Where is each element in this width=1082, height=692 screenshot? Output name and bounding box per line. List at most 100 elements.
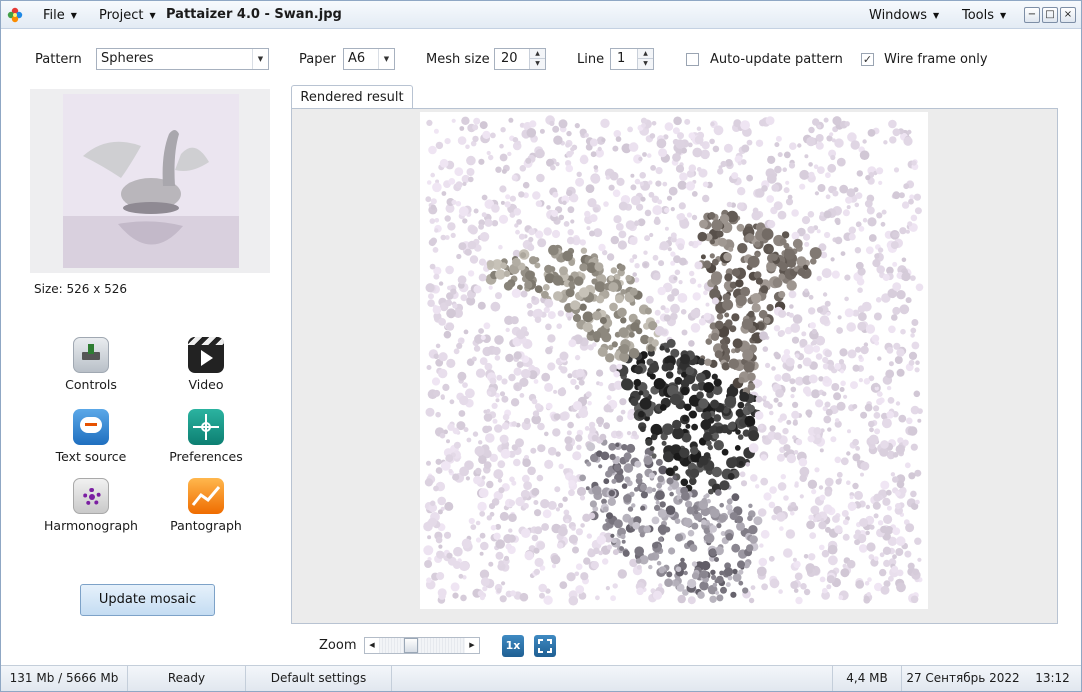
menu-project[interactable]: Project ▼	[99, 8, 156, 23]
mosaic-sphere	[594, 262, 604, 272]
mosaic-sphere	[760, 529, 770, 539]
mosaic-sphere	[438, 368, 448, 379]
mosaic-sphere	[587, 400, 592, 406]
mosaic-sphere	[499, 143, 504, 149]
chevron-right-icon[interactable]: ▶	[465, 638, 479, 653]
mosaic-sphere	[844, 296, 849, 302]
zoom-slider-thumb[interactable]	[404, 638, 418, 653]
mosaic-sphere	[622, 549, 630, 557]
mosaic-sphere	[730, 591, 737, 598]
mosaic-sphere	[444, 138, 451, 145]
mosaic-sphere	[673, 276, 678, 281]
mosaic-sphere	[702, 181, 709, 188]
mosaic-sphere	[635, 558, 642, 564]
menu-file[interactable]: File ▼	[43, 8, 77, 23]
mosaic-sphere	[747, 255, 760, 268]
mosaic-sphere	[592, 331, 602, 340]
tool-video[interactable]: Video	[151, 337, 261, 392]
tool-text-source[interactable]: Text source	[36, 409, 146, 464]
update-mosaic-button[interactable]: Update mosaic	[80, 584, 215, 616]
mosaic-sphere	[531, 295, 536, 301]
mosaic-sphere	[568, 489, 575, 497]
mesh-size-stepper[interactable]: 20 ▲ ▼	[494, 48, 546, 70]
line-stepper[interactable]: 1 ▲ ▼	[610, 48, 654, 70]
mosaic-sphere	[498, 244, 503, 250]
mosaic-sphere	[596, 535, 607, 545]
tool-pantograph[interactable]: Pantograph	[151, 478, 261, 533]
mosaic-sphere	[573, 276, 584, 286]
mosaic-sphere	[883, 559, 891, 567]
mosaic-sphere	[854, 247, 862, 254]
wire-frame-checkbox[interactable]: ✓	[861, 53, 874, 66]
tool-harmonograph[interactable]: Harmonograph	[36, 478, 146, 533]
mosaic-sphere	[491, 204, 500, 213]
mosaic-sphere	[905, 297, 912, 304]
minimize-button[interactable]: −	[1024, 7, 1040, 23]
mosaic-sphere	[677, 243, 685, 251]
mosaic-sphere	[738, 377, 745, 384]
mosaic-sphere	[675, 566, 682, 572]
spin-up-icon[interactable]: ▲	[637, 49, 653, 59]
mosaic-sphere	[610, 235, 619, 245]
spin-down-icon[interactable]: ▼	[637, 59, 653, 69]
chevron-down-icon[interactable]: ▼	[252, 49, 268, 69]
tool-controls[interactable]: Controls	[36, 337, 146, 392]
mosaic-sphere	[472, 135, 479, 143]
zoom-slider[interactable]: ◀ ▶	[364, 637, 480, 654]
mosaic-sphere	[842, 533, 850, 541]
mosaic-sphere	[708, 488, 714, 495]
chevron-down-icon[interactable]: ▼	[378, 49, 394, 69]
mosaic-sphere	[747, 382, 756, 391]
auto-update-label[interactable]: Auto-update pattern	[710, 52, 843, 67]
mosaic-sphere	[446, 439, 450, 444]
mosaic-sphere	[680, 478, 689, 487]
mosaic-sphere	[521, 528, 531, 538]
paper-select[interactable]: A6 ▼	[343, 48, 395, 70]
mosaic-sphere	[877, 356, 882, 361]
mosaic-sphere	[616, 363, 623, 370]
tool-preferences[interactable]: Preferences	[151, 409, 261, 464]
mosaic-sphere	[504, 201, 511, 208]
maximize-button[interactable]: □	[1042, 7, 1058, 23]
mosaic-sphere	[571, 526, 576, 531]
mosaic-sphere	[885, 369, 895, 379]
mosaic-sphere	[465, 144, 470, 150]
mosaic-sphere	[536, 173, 545, 183]
mosaic-sphere	[641, 123, 646, 128]
mosaic-sphere	[435, 536, 443, 544]
wire-frame-label[interactable]: Wire frame only	[884, 52, 988, 67]
mosaic-sphere	[520, 252, 527, 259]
mosaic-sphere	[452, 427, 460, 435]
mosaic-sphere	[756, 566, 767, 577]
mosaic-sphere	[463, 427, 469, 433]
mosaic-sphere	[714, 557, 719, 562]
mosaic-sphere	[876, 212, 883, 219]
menu-windows[interactable]: Windows ▼	[869, 8, 939, 23]
mosaic-sphere	[589, 214, 598, 223]
pattern-select[interactable]: Spheres ▼	[96, 48, 269, 70]
close-button[interactable]: ×	[1060, 7, 1076, 23]
mosaic-sphere	[806, 136, 816, 147]
mosaic-sphere	[779, 262, 788, 271]
spin-up-icon[interactable]: ▲	[529, 49, 545, 59]
mosaic-sphere	[875, 297, 882, 303]
mosaic-sphere	[790, 581, 799, 589]
spin-down-icon[interactable]: ▼	[529, 59, 545, 69]
mosaic-sphere	[836, 401, 846, 411]
auto-update-checkbox[interactable]	[686, 53, 699, 66]
menu-tools[interactable]: Tools ▼	[962, 8, 1006, 23]
mosaic-sphere	[688, 240, 694, 247]
mosaic-sphere	[825, 194, 831, 200]
mosaic-sphere	[503, 555, 510, 561]
zoom-fit-button[interactable]	[534, 635, 556, 657]
flower-icon[interactable]	[7, 7, 23, 23]
mosaic-sphere	[670, 251, 676, 257]
mosaic-sphere	[426, 577, 432, 583]
mosaic-sphere	[461, 538, 472, 549]
mosaic-sphere	[868, 434, 879, 445]
mosaic-sphere	[855, 346, 862, 353]
mosaic-sphere	[687, 578, 697, 589]
mosaic-sphere	[670, 312, 678, 321]
chevron-left-icon[interactable]: ◀	[365, 638, 379, 653]
zoom-1x-button[interactable]: 1x	[502, 635, 524, 657]
